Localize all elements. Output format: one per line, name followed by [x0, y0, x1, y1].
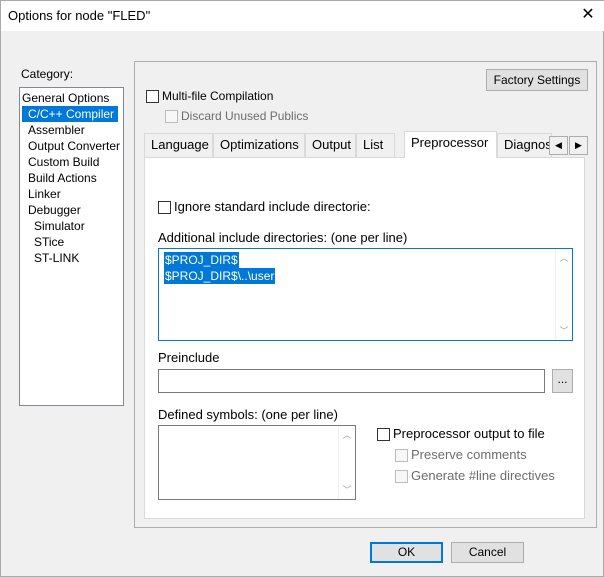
category-item-linker[interactable]: Linker [28, 186, 61, 202]
include-dir-line: $PROJ_DIR$\..\user [164, 268, 276, 284]
preprocessor-output-label: Preprocessor output to file [393, 426, 545, 441]
category-item-output-converter[interactable]: Output Converter [28, 138, 120, 154]
include-directories-scrollbar[interactable]: ︿ ﹀ [555, 249, 572, 340]
scroll-up-icon[interactable]: ︿ [339, 427, 355, 443]
discard-unused-publics-label: Discard Unused Publics [181, 109, 309, 123]
discard-unused-publics-checkbox[interactable] [165, 110, 178, 123]
preprocessor-output-checkbox[interactable] [377, 428, 390, 441]
cancel-button[interactable]: Cancel [451, 542, 524, 563]
factory-settings-button[interactable]: Factory Settings [486, 69, 588, 91]
category-item-assembler[interactable]: Assembler [28, 122, 85, 138]
tab-optimizations[interactable]: Optimizations [213, 133, 305, 157]
tab-language[interactable]: Language [144, 133, 213, 157]
tab-output[interactable]: Output [305, 133, 356, 157]
preinclude-browse-button[interactable]: ... [552, 369, 573, 393]
title-bar: Options for node "FLED" ✕ [1, 1, 604, 31]
defined-symbols-label: Defined symbols: (one per line) [158, 407, 338, 422]
window-title: Options for node "FLED" [8, 8, 151, 23]
options-dialog: Options for node "FLED" ✕ Category: Gene… [0, 0, 604, 577]
line-directives-label: Generate #line directives [411, 468, 555, 483]
include-directories-label: Additional include directories: (one per… [158, 230, 408, 245]
ok-button[interactable]: OK [370, 542, 443, 563]
preinclude-input[interactable] [158, 369, 545, 393]
category-label: Category: [21, 67, 74, 81]
category-item-c-cpp-compiler[interactable]: C/C++ Compiler [22, 106, 119, 122]
scroll-up-icon[interactable]: ︿ [556, 250, 572, 266]
category-list[interactable]: General Options C/C++ Compiler Assembler… [19, 87, 124, 406]
category-item-build-actions[interactable]: Build Actions [28, 170, 97, 186]
category-item-general-options[interactable]: General Options [22, 90, 109, 106]
defined-symbols-textarea[interactable]: ︿ ﹀ [158, 425, 356, 500]
preinclude-label: Preinclude [158, 350, 220, 365]
tab-scroll-right-icon[interactable]: ▶ [569, 136, 588, 155]
scroll-down-icon[interactable]: ﹀ [556, 323, 572, 339]
ignore-standard-include-checkbox[interactable] [158, 201, 171, 214]
tab-preprocessor[interactable]: Preprocessor [404, 131, 497, 158]
multifile-compilation-label: Multi-file Compilation [162, 89, 274, 103]
tab-list[interactable]: List [356, 133, 395, 157]
line-directives-checkbox[interactable] [395, 470, 408, 483]
defined-symbols-scrollbar[interactable]: ︿ ﹀ [338, 426, 355, 499]
close-icon[interactable]: ✕ [571, 1, 604, 31]
category-item-simulator[interactable]: Simulator [34, 218, 85, 234]
multifile-compilation-checkbox[interactable] [146, 90, 159, 103]
category-item-debugger[interactable]: Debugger [28, 202, 81, 218]
preserve-comments-checkbox[interactable] [395, 449, 408, 462]
include-dir-line: $PROJ_DIR$ [164, 252, 239, 268]
include-directories-textarea[interactable]: $PROJ_DIR$ $PROJ_DIR$\..\user ︿ ﹀ [158, 248, 573, 341]
category-item-stice[interactable]: STice [34, 234, 64, 250]
scroll-down-icon[interactable]: ﹀ [339, 482, 355, 498]
tab-scroll-left-icon[interactable]: ◀ [549, 136, 568, 155]
preserve-comments-label: Preserve comments [411, 447, 527, 462]
tab-diagnostics[interactable]: Diagnos [497, 133, 552, 157]
category-item-st-link[interactable]: ST-LINK [34, 250, 79, 266]
ignore-standard-include-label: Ignore standard include directorie: [174, 199, 371, 214]
category-item-custom-build[interactable]: Custom Build [28, 154, 99, 170]
